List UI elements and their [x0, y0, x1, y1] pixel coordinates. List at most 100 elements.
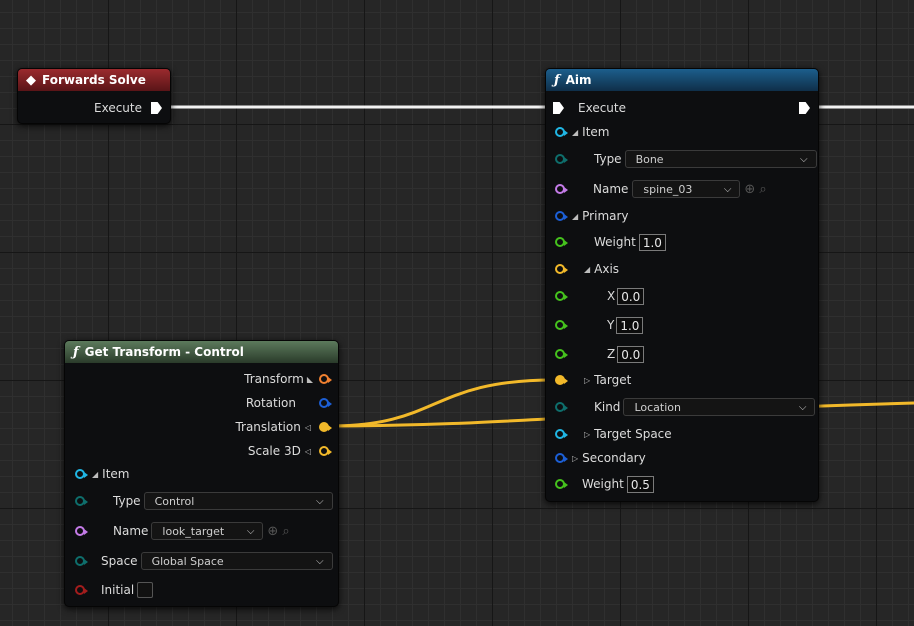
search-icon[interactable]: ⌕ [759, 182, 766, 197]
rotation-output-pin[interactable] [319, 398, 332, 408]
item-row: ◢ Item [75, 464, 129, 484]
weight2-input[interactable]: 0.5 [626, 475, 654, 493]
expand-triangle-icon[interactable]: ▷ [584, 430, 590, 439]
enum-pin[interactable] [75, 556, 88, 566]
target-space-label: Target Space [594, 427, 672, 441]
expand-triangle-icon[interactable]: ▷ [572, 454, 578, 463]
struct-pin[interactable] [555, 429, 568, 439]
kind-label: Kind [594, 400, 621, 414]
axis-z-row: Z 0.0 [555, 344, 645, 364]
name-value: spine_03 [643, 182, 693, 196]
expand-triangle-icon[interactable]: ◢ [92, 470, 98, 479]
execute-input-pin[interactable] [553, 102, 564, 114]
weight-label: Weight [594, 235, 636, 249]
forwards-solve-header[interactable]: ◆ Forwards Solve [18, 69, 170, 91]
execute-output-row: Execute [94, 98, 162, 118]
name-pin[interactable] [75, 526, 88, 536]
enum-pin[interactable] [555, 154, 568, 164]
chevron-down-icon: ⌵ [798, 401, 807, 413]
enum-pin[interactable] [555, 402, 568, 412]
weight-input[interactable]: 1.0 [638, 233, 666, 251]
axis-x-input[interactable]: 0.0 [617, 287, 645, 305]
type-dropdown[interactable]: Bone ⌵ [624, 150, 817, 168]
execute-label: Execute [94, 101, 142, 115]
float-pin[interactable] [555, 479, 568, 489]
struct-pin[interactable] [75, 469, 88, 479]
aim-node[interactable]: ƒ Aim Execute ◢ Item Type Bone ⌵ Name sp… [545, 68, 819, 502]
chevron-down-icon: ⌵ [723, 183, 732, 195]
transform-label: Transform [244, 372, 304, 386]
name-label: Name [113, 524, 149, 538]
z-label: Z [607, 347, 616, 361]
space-dropdown[interactable]: Global Space ⌵ [140, 552, 333, 570]
use-selected-icon[interactable]: ⊕ [744, 182, 755, 197]
axis-y-input[interactable]: 1.0 [616, 316, 644, 334]
function-icon: ƒ [554, 72, 560, 88]
struct-pin[interactable] [555, 453, 568, 463]
name-dropdown[interactable]: spine_03 ⌵ [632, 180, 741, 198]
collapse-triangle-icon[interactable]: ◁ [305, 447, 311, 456]
struct-pin[interactable] [555, 127, 568, 137]
expand-triangle-icon[interactable]: ◢ [572, 212, 578, 221]
node-title: Aim [565, 73, 592, 87]
get-transform-node[interactable]: ƒ Get Transform - Control Transform ◣ Ro… [64, 340, 339, 607]
target-space-row: ▷ Target Space [555, 424, 672, 444]
name-dropdown[interactable]: look_target ⌵ [151, 522, 264, 540]
execute-output-pin[interactable] [799, 102, 810, 114]
expand-triangle-icon[interactable]: ◣ [307, 375, 313, 384]
transform-output-pin[interactable] [319, 374, 332, 384]
translation-label: Translation [235, 420, 301, 434]
type-row: Type Control ⌵ [75, 491, 333, 511]
primary-label: Primary [582, 209, 629, 223]
axis-z-input[interactable]: 0.0 [617, 345, 645, 363]
float-pin[interactable] [555, 320, 568, 330]
expand-triangle-icon[interactable]: ▷ [584, 376, 590, 385]
translation-output-row: Translation ◁ [235, 417, 332, 437]
use-selected-icon[interactable]: ⊕ [267, 524, 278, 539]
scale-output-row: Scale 3D ◁ [248, 441, 332, 461]
get-transform-header[interactable]: ƒ Get Transform - Control [65, 341, 338, 363]
translation-output-pin[interactable] [319, 422, 332, 432]
aim-header[interactable]: ƒ Aim [546, 69, 818, 91]
forwards-solve-node[interactable]: ◆ Forwards Solve Execute [17, 68, 171, 124]
float-pin[interactable] [555, 349, 568, 359]
execute-input-row: Execute [553, 98, 626, 118]
initial-checkbox[interactable] [137, 582, 154, 598]
expand-triangle-icon[interactable]: ◢ [584, 265, 590, 274]
name-pin[interactable] [555, 184, 568, 194]
type-value: Bone [635, 152, 664, 166]
chevron-down-icon: ⌵ [799, 153, 808, 165]
space-row: Space Global Space ⌵ [75, 551, 333, 571]
name-label: Name [593, 182, 629, 196]
space-label: Space [101, 554, 138, 568]
vector-pin-connected[interactable] [555, 375, 568, 385]
space-value: Global Space [151, 554, 224, 568]
type-dropdown[interactable]: Control ⌵ [143, 492, 333, 510]
initial-label: Initial [101, 583, 135, 597]
vector-pin[interactable] [555, 264, 568, 274]
chevron-down-icon: ⌵ [315, 495, 324, 507]
bool-pin[interactable] [75, 585, 88, 595]
name-row: Name look_target ⌵ ⊕ ⌕ [75, 521, 290, 541]
execute-output-pin[interactable] [151, 102, 162, 114]
axis-label: Axis [594, 262, 620, 276]
item-row: ◢ Item [555, 122, 609, 142]
axis-x-row: X 0.0 [555, 286, 645, 306]
enum-pin[interactable] [75, 496, 88, 506]
expand-triangle-icon[interactable]: ◢ [572, 128, 578, 137]
x-label: X [607, 289, 616, 303]
collapse-triangle-icon[interactable]: ◁ [305, 423, 311, 432]
float-pin[interactable] [555, 291, 568, 301]
scale-output-pin[interactable] [319, 446, 332, 456]
event-diamond-icon: ◆ [26, 72, 36, 88]
function-icon: ƒ [73, 344, 79, 360]
name-value: look_target [162, 524, 225, 538]
target-row: ▷ Target [555, 370, 631, 390]
type-label: Type [113, 494, 141, 508]
rotation-label: Rotation [245, 396, 296, 410]
kind-value: Location [634, 400, 681, 414]
search-icon[interactable]: ⌕ [282, 524, 289, 539]
struct-pin[interactable] [555, 211, 568, 221]
float-pin[interactable] [555, 237, 568, 247]
kind-dropdown[interactable]: Location ⌵ [623, 398, 816, 416]
